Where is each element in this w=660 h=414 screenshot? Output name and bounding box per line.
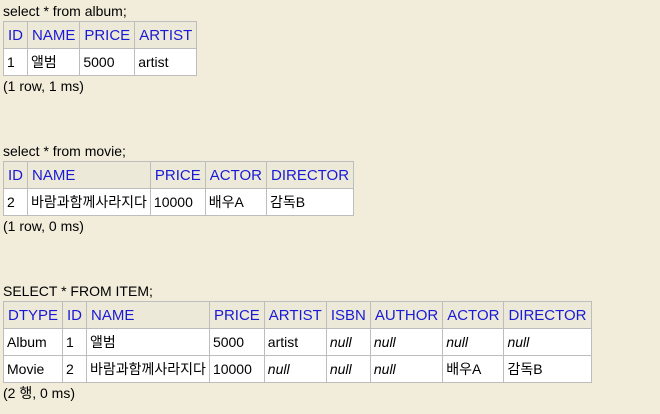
table-cell: Album [2, 328, 64, 356]
column-header[interactable]: ID [3, 161, 28, 189]
result-table: ID NAME PRICE ACTOR DIRECTOR 2 바람과함께사라지다… [3, 161, 355, 216]
table-cell: 2 [3, 188, 28, 216]
table-cell: 1 [3, 48, 28, 76]
column-header[interactable]: NAME [86, 301, 210, 329]
table-cell: 배우A [204, 188, 268, 216]
table-cell: artist [134, 48, 198, 76]
column-header[interactable]: PRICE [149, 161, 206, 189]
table-cell: Movie [2, 355, 64, 383]
null-cell: null [325, 355, 371, 383]
album-result: select * from album; ID NAME PRICE ARTIS… [3, 1, 198, 96]
column-header[interactable]: ARTIST [263, 301, 327, 329]
table-cell: 5000 [208, 328, 265, 356]
column-header[interactable]: NAME [26, 21, 81, 49]
column-header[interactable]: DIRECTOR [503, 301, 592, 329]
column-header[interactable]: ISBN [325, 301, 371, 329]
column-header[interactable]: NAME [27, 161, 151, 189]
column-header[interactable]: PRICE [79, 21, 136, 49]
column-header[interactable]: ACTOR [204, 161, 268, 189]
result-footer: (1 row, 0 ms) [3, 218, 84, 234]
null-cell: null [503, 328, 592, 356]
null-cell: null [369, 328, 444, 356]
column-header[interactable]: ID [62, 301, 88, 329]
table-cell: 감독B [503, 355, 592, 383]
null-cell: null [369, 355, 444, 383]
table-row: 1 앨범 5000 artist [3, 48, 198, 76]
movie-result: select * from movie; ID NAME PRICE ACTOR… [3, 141, 355, 236]
query-text: SELECT * FROM ITEM; [3, 283, 153, 299]
table-cell: 5000 [79, 48, 136, 76]
null-cell: null [325, 328, 371, 356]
table-cell: artist [263, 328, 327, 356]
table-cell: 앨범 [86, 328, 210, 356]
table-cell: 배우A [442, 355, 505, 383]
result-footer: (2 행, 0 ms) [3, 385, 75, 401]
table-cell: 1 [62, 328, 88, 356]
column-header[interactable]: ARTIST [134, 21, 198, 49]
column-header[interactable]: DIRECTOR [265, 161, 355, 189]
table-cell: 바람과함께사라지다 [86, 355, 210, 383]
column-header[interactable]: PRICE [208, 301, 265, 329]
header-row: ID NAME PRICE ACTOR DIRECTOR [3, 161, 355, 189]
null-cell: null [442, 328, 505, 356]
query-text: select * from album; [3, 3, 127, 19]
table-cell: 앨범 [26, 48, 81, 76]
query-text: select * from movie; [3, 143, 126, 159]
column-header[interactable]: ID [3, 21, 28, 49]
table-cell: 10000 [149, 188, 206, 216]
result-table: ID NAME PRICE ARTIST 1 앨범 5000 artist [3, 21, 198, 76]
table-cell: 감독B [265, 188, 355, 216]
column-header[interactable]: AUTHOR [369, 301, 444, 329]
table-row: 2 바람과함께사라지다 10000 배우A 감독B [3, 188, 355, 216]
result-table: DTYPE ID NAME PRICE ARTIST ISBN AUTHOR A… [2, 301, 592, 383]
null-cell: null [263, 355, 327, 383]
item-result: SELECT * FROM ITEM; DTYPE ID NAME PRICE … [2, 281, 592, 403]
result-footer: (1 row, 1 ms) [3, 78, 84, 94]
column-header[interactable]: DTYPE [2, 301, 64, 329]
header-row: DTYPE ID NAME PRICE ARTIST ISBN AUTHOR A… [2, 301, 592, 329]
table-cell: 2 [62, 355, 88, 383]
header-row: ID NAME PRICE ARTIST [3, 21, 198, 49]
table-cell: 바람과함께사라지다 [27, 188, 151, 216]
column-header[interactable]: ACTOR [442, 301, 505, 329]
table-row: Movie 2 바람과함께사라지다 10000 null null null 배… [2, 355, 592, 383]
table-row: Album 1 앨범 5000 artist null null null nu… [2, 328, 592, 356]
table-cell: 10000 [208, 355, 265, 383]
